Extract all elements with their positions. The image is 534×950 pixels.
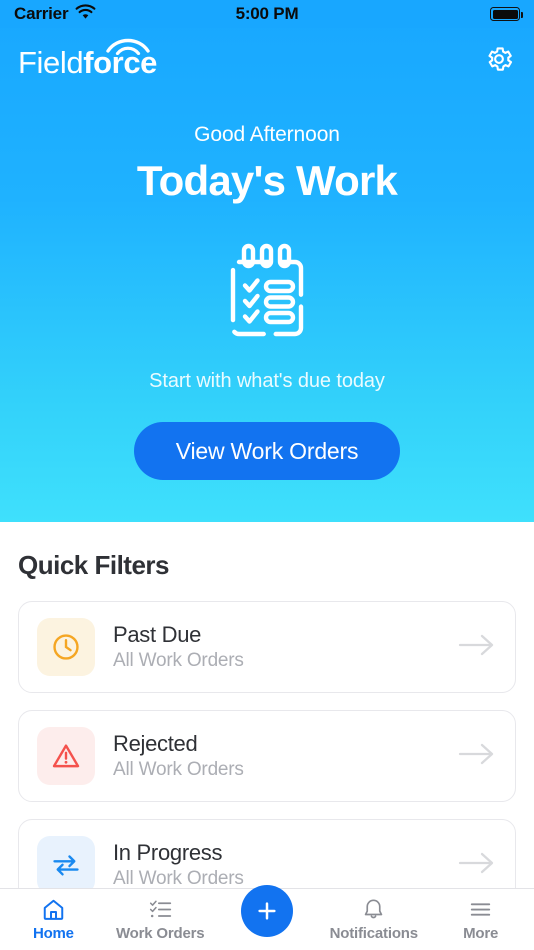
clipboard-checklist-icon <box>230 243 304 337</box>
plus-icon <box>258 902 276 920</box>
view-work-orders-button[interactable]: View Work Orders <box>133 422 401 480</box>
status-bar: Carrier 5:00 PM <box>0 0 534 28</box>
signal-arc-icon <box>106 38 150 55</box>
status-bar-right <box>490 7 523 21</box>
bell-icon <box>365 899 383 919</box>
status-bar-left: Carrier <box>14 3 96 25</box>
tab-label-home: Home <box>32 925 74 942</box>
arrow-right-icon <box>458 634 494 655</box>
bottom-navigation: Home Work Orders Notifications More <box>0 885 534 950</box>
clock-icon <box>53 634 79 660</box>
checklist-icon <box>149 900 171 918</box>
filter-icon-tile <box>37 618 95 676</box>
battery-full-icon <box>490 7 523 21</box>
filter-card-past-due[interactable]: Past Due All Work Orders <box>18 601 516 693</box>
gear-icon <box>488 47 513 71</box>
tab-label-work-orders: Work Orders <box>116 925 205 942</box>
settings-button[interactable] <box>482 42 516 76</box>
filter-subtitle: All Work Orders <box>113 758 244 780</box>
tab-label-notifications: Notifications <box>329 925 418 942</box>
filter-title: Rejected <box>113 731 198 757</box>
tab-home[interactable]: Home <box>0 889 107 950</box>
arrow-right-icon <box>458 852 494 873</box>
filter-text: Rejected All Work Orders <box>113 731 439 781</box>
filter-arrow[interactable] <box>457 850 497 881</box>
carrier-label: Carrier <box>14 4 69 23</box>
add-button[interactable] <box>241 885 293 937</box>
filter-icon-tile <box>37 836 95 894</box>
filter-subtitle: All Work Orders <box>113 649 244 671</box>
hero-cta-container: View Work Orders <box>0 422 534 480</box>
app-header: Fieldforce <box>0 28 534 90</box>
home-icon <box>43 899 64 920</box>
page-title: Today's Work <box>136 157 398 204</box>
filter-text: Past Due All Work Orders <box>113 622 439 672</box>
logo-text-field: Field <box>18 44 84 80</box>
filter-title: In Progress <box>113 840 223 866</box>
exchange-arrows-icon <box>53 855 79 876</box>
arrow-right-icon <box>458 743 494 764</box>
greeting-text: Good Afternoon <box>194 123 340 146</box>
filter-arrow[interactable] <box>457 741 497 772</box>
tab-notifications[interactable]: Notifications <box>320 889 427 950</box>
filter-arrow[interactable] <box>457 632 497 663</box>
filter-card-rejected[interactable]: Rejected All Work Orders <box>18 710 516 802</box>
tab-work-orders[interactable]: Work Orders <box>107 889 214 950</box>
filter-text: In Progress All Work Orders <box>113 840 439 890</box>
filter-icon-tile <box>37 727 95 785</box>
tab-fab-slot <box>214 885 321 950</box>
tab-more[interactable]: More <box>427 889 534 950</box>
warning-triangle-icon <box>52 744 80 768</box>
filter-title: Past Due <box>113 622 202 648</box>
tab-label-more: More <box>463 925 499 942</box>
quick-filters-title: Quick Filters <box>18 550 170 580</box>
hero-banner: Fieldforce Good Afternoon Today's Work S… <box>0 0 534 522</box>
wifi-icon <box>75 3 96 25</box>
app-logo: Fieldforce <box>18 38 157 80</box>
hamburger-menu-icon <box>470 903 491 916</box>
hero-illustration <box>0 240 534 342</box>
hero-subtitle: Start with what's due today <box>149 370 385 392</box>
app-screen: Carrier 5:00 PM Fieldforce Good Afternoo… <box>0 0 534 950</box>
